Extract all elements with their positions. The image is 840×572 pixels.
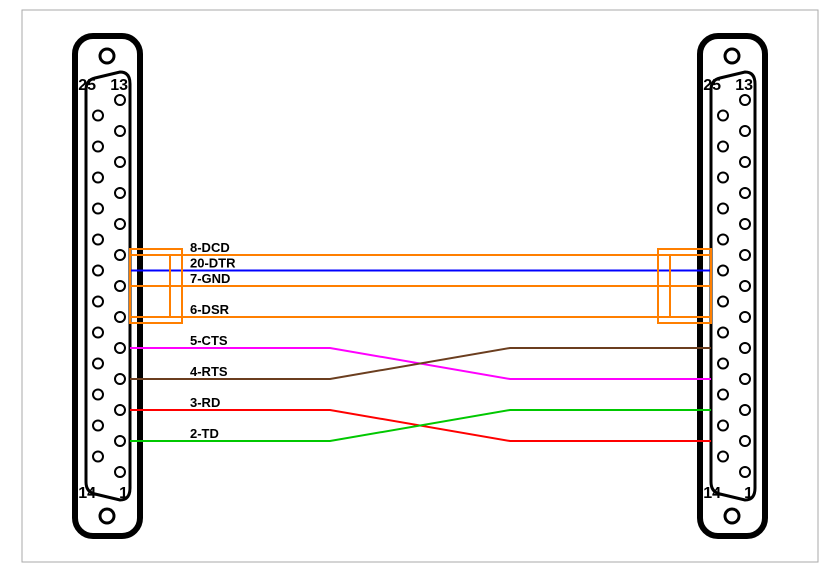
label-3-rd: 3-RD [190,395,220,410]
label-2-td: 2-TD [190,426,219,441]
right-pin-25: 25 [703,77,721,94]
label-20-dtr: 20-DTR [190,256,236,271]
right-pin-13: 13 [735,77,753,94]
label-6-dsr: 6-DSR [190,302,230,317]
label-7-gnd: 7-GND [190,271,230,286]
right-pin-1: 1 [744,485,753,502]
right-pin-14: 14 [703,485,721,502]
left-pin-13: 13 [110,77,128,94]
cable-diagram: 13 25 1 14 13 25 1 14 8-DCD20-DTR7-GND 6-… [0,0,840,572]
left-pin-25: 25 [78,77,96,94]
left-pin-14: 14 [78,485,96,502]
label-5-cts: 5-CTS [190,333,228,348]
label-8-dcd: 8-DCD [190,240,230,255]
label-4-rts: 4-RTS [190,364,228,379]
left-pin-1: 1 [119,485,128,502]
